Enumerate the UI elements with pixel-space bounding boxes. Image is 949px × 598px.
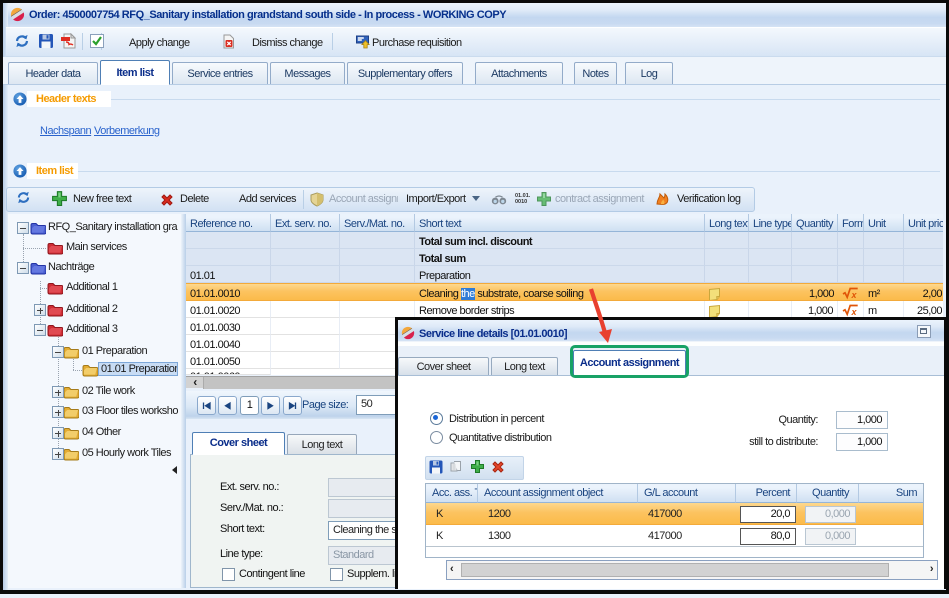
svg-text:x: x	[851, 290, 858, 300]
svg-text:x: x	[851, 307, 858, 317]
